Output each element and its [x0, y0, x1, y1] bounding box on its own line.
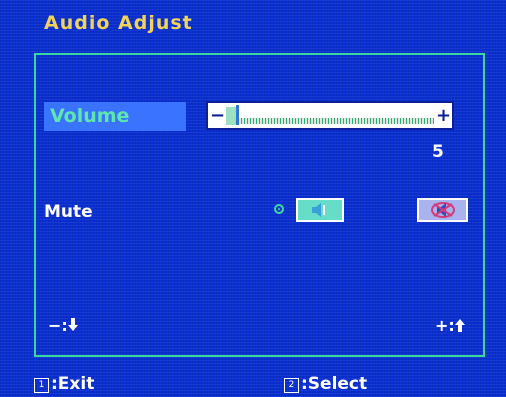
volume-slider[interactable]: − +	[206, 101, 454, 130]
volume-fill	[226, 107, 236, 125]
volume-knob[interactable]	[236, 105, 239, 125]
speaker-mute-button[interactable]	[417, 198, 468, 222]
decrease-hint: −:	[48, 316, 78, 335]
mute-label: Mute	[44, 202, 93, 222]
volume-menu-item[interactable]: Volume	[44, 102, 186, 131]
speaker-icon	[312, 203, 325, 217]
exit-hint: 1:Exit	[34, 374, 94, 394]
select-label: :Select	[301, 374, 368, 394]
select-hint: 2:Select	[284, 374, 367, 394]
exit-label: :Exit	[51, 374, 95, 394]
increase-hint-label: +:	[435, 316, 455, 335]
key-1-icon: 1	[34, 378, 49, 393]
arrow-down-icon	[67, 318, 78, 331]
menu-title: Audio Adjust	[44, 12, 193, 34]
decrease-hint-label: −:	[48, 316, 68, 335]
volume-increase-icon[interactable]: +	[436, 103, 451, 128]
mute-radio-indicator	[274, 204, 284, 214]
arrow-up-icon	[454, 319, 465, 332]
speaker-on-button[interactable]	[296, 198, 344, 222]
increase-hint: +:	[435, 316, 465, 335]
volume-value: 5	[432, 142, 444, 162]
speaker-muted-icon	[430, 202, 455, 218]
volume-decrease-icon[interactable]: −	[210, 103, 225, 128]
volume-label: Volume	[50, 105, 130, 127]
key-2-icon: 2	[284, 378, 299, 393]
volume-track	[226, 118, 434, 124]
